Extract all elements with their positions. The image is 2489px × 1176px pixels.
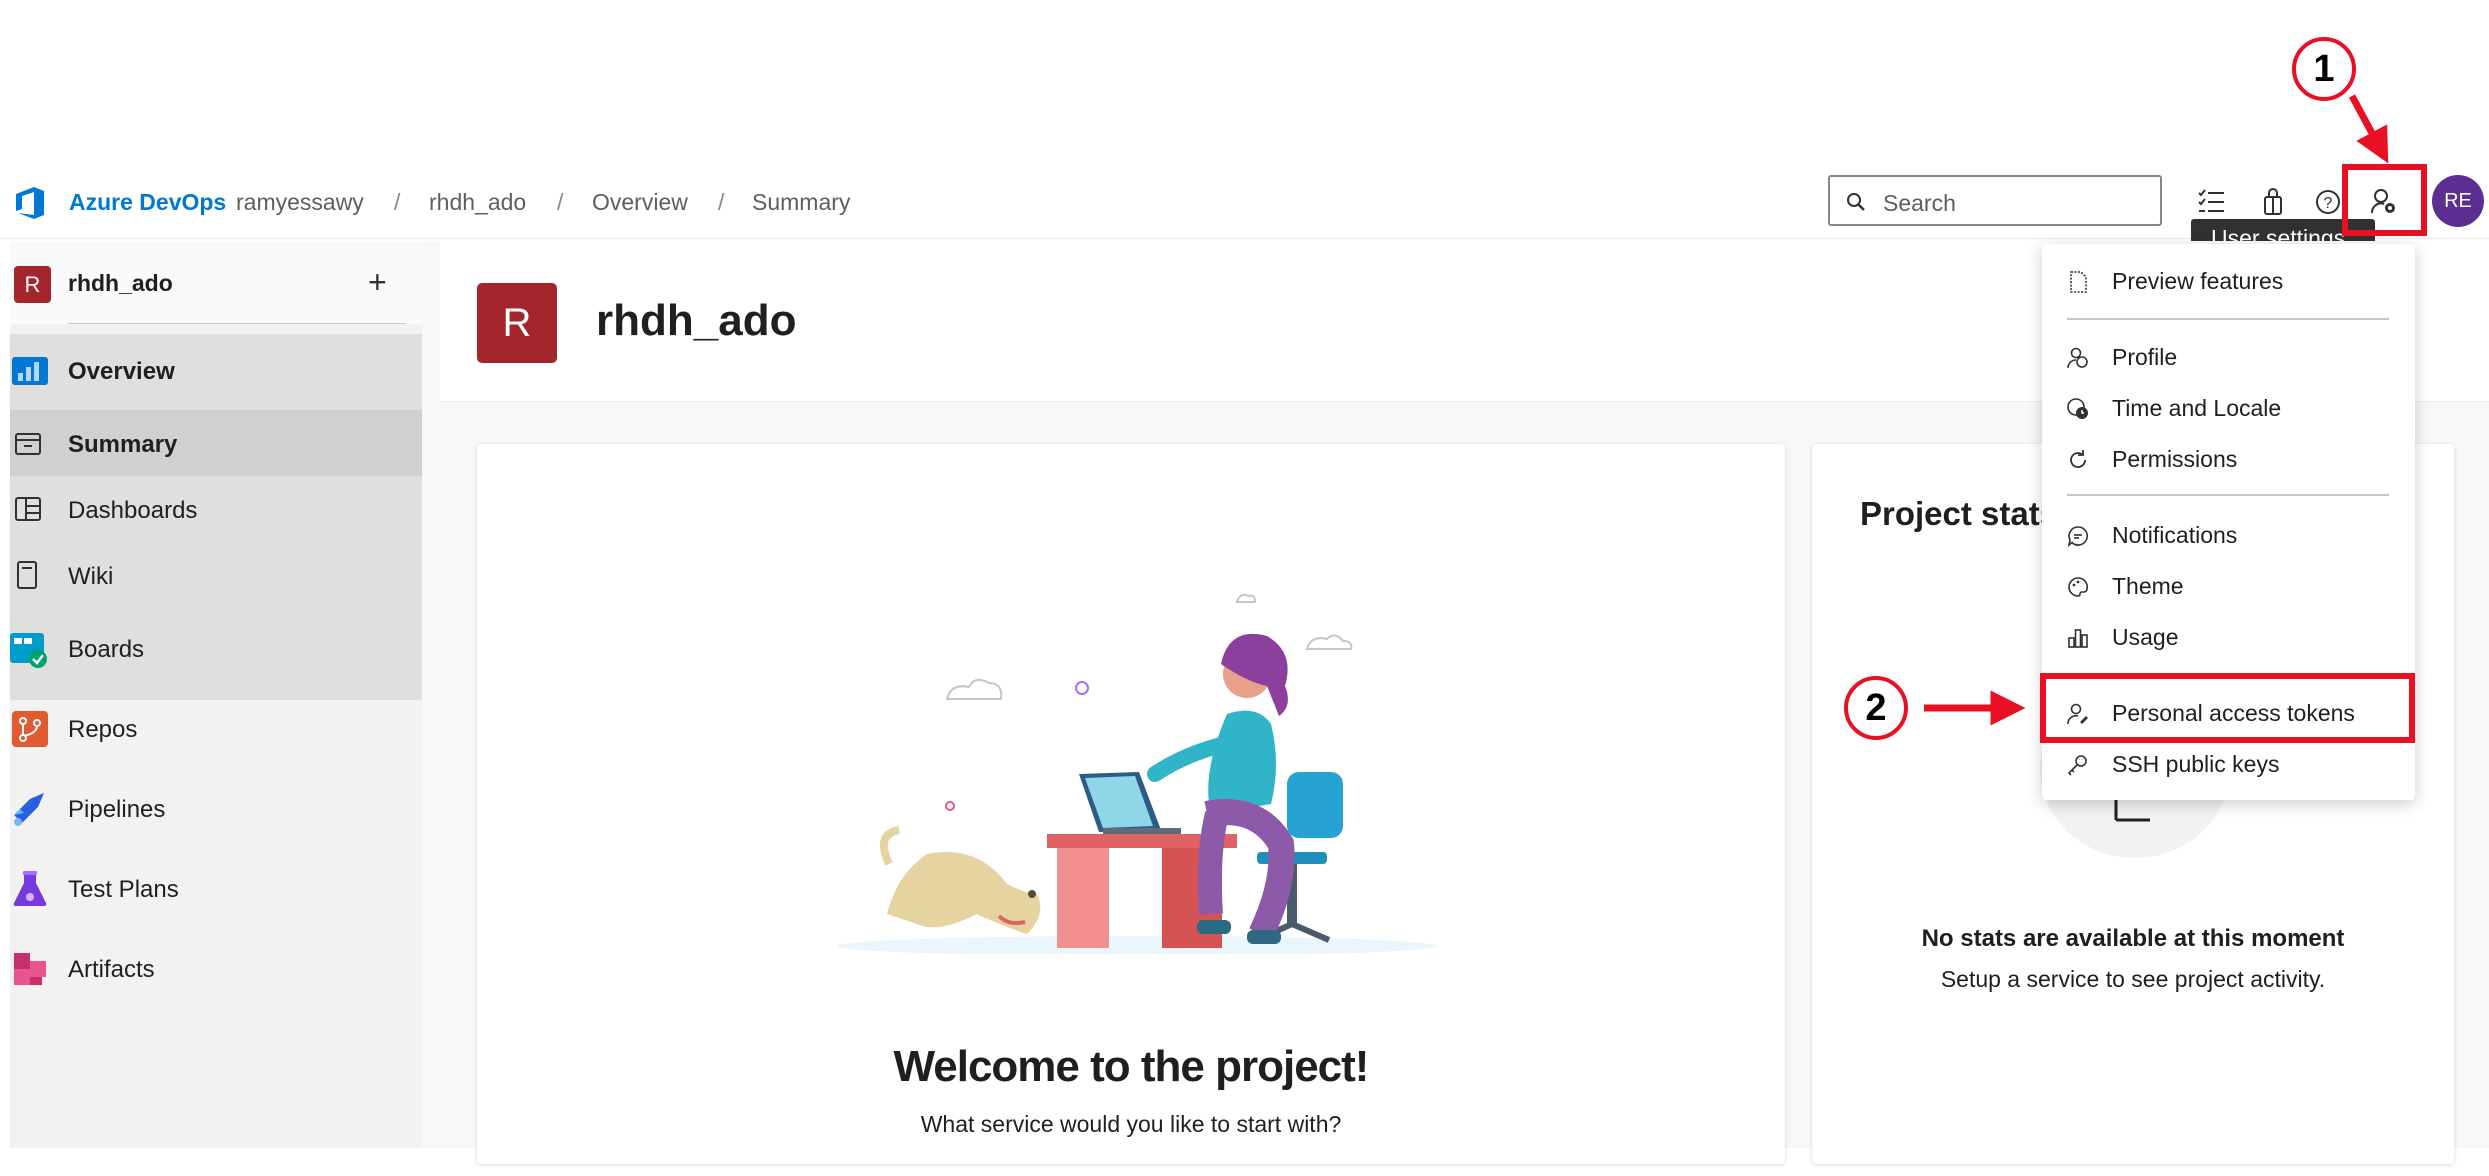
step-1-arrow (2348, 94, 2389, 164)
annotation-arrows (1924, 94, 2389, 726)
